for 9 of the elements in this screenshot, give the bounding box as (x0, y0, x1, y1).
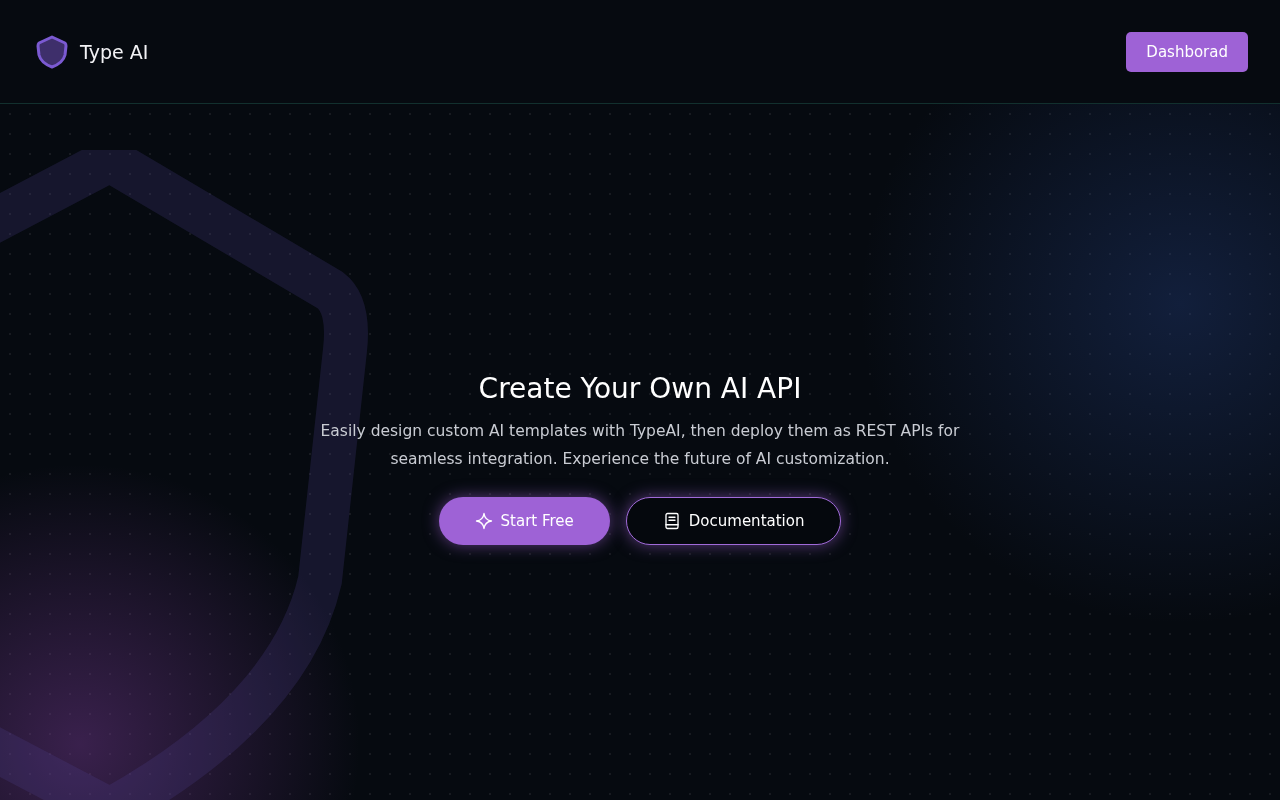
documentation-button[interactable]: Documentation (625, 497, 842, 545)
start-free-button[interactable]: Start Free (438, 497, 610, 545)
shield-logo-icon (36, 34, 68, 69)
sparkle-icon (474, 512, 493, 530)
dashboard-button[interactable]: Dashborad (1126, 31, 1248, 72)
book-icon (662, 512, 681, 530)
brand-name: Type AI (80, 40, 149, 63)
hero-title: Create Your Own AI API (478, 371, 802, 407)
hero-subtitle: Easily design custom AI templates with TypeAI, then deploy them as REST APIs for seamless integration. Experience the future of AI customization. (319, 421, 961, 470)
